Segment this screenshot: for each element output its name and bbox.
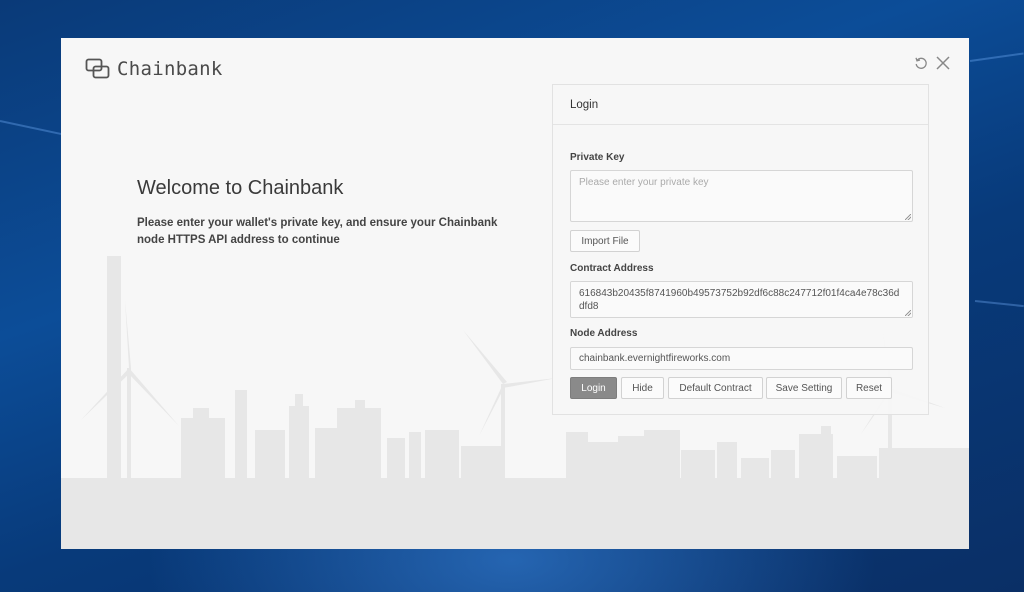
wallpaper-light-streak [969, 52, 1024, 62]
login-button[interactable]: Login [570, 377, 617, 399]
private-key-label: Private Key [570, 152, 625, 163]
hide-button[interactable]: Hide [621, 377, 664, 399]
node-address-input[interactable] [570, 347, 913, 370]
private-key-input[interactable] [570, 170, 913, 222]
save-setting-button[interactable]: Save Setting [766, 377, 842, 399]
app-name: Chainbank [117, 58, 223, 80]
login-panel-header: Login [553, 85, 928, 125]
default-contract-button[interactable]: Default Contract [668, 377, 763, 399]
contract-address-label: Contract Address [570, 263, 654, 274]
refresh-icon[interactable] [912, 54, 930, 72]
login-panel: Login Private Key Import File Contract A… [552, 84, 929, 415]
close-icon[interactable] [934, 54, 952, 72]
wallpaper-light-streak [0, 120, 69, 137]
app-window: Chainbank Welcome to Chainbank Please en… [61, 38, 969, 549]
reset-button[interactable]: Reset [846, 377, 892, 399]
desktop-background: Chainbank Welcome to Chainbank Please en… [0, 0, 1024, 592]
welcome-title: Welcome to Chainbank [137, 177, 344, 199]
app-brand: Chainbank [85, 56, 223, 82]
node-address-label: Node Address [570, 328, 638, 339]
welcome-description: Please enter your wallet's private key, … [137, 217, 498, 246]
chain-link-logo-icon [85, 58, 111, 80]
contract-address-input[interactable]: 616843b20435f8741960b49573752b92df6c88c2… [570, 281, 913, 318]
import-file-button[interactable]: Import File [570, 230, 640, 252]
wallpaper-light-streak [974, 300, 1024, 308]
